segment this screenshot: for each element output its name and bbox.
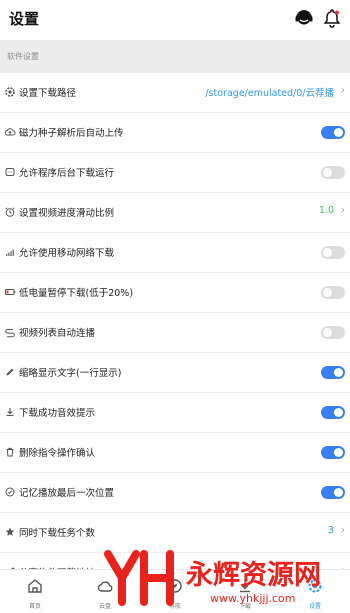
setting-label: 设置视频进度滑动比例 — [19, 208, 115, 219]
toggle-switch[interactable] — [321, 446, 345, 459]
tab-label: 首页 — [28, 603, 41, 610]
toggle-switch[interactable] — [321, 126, 345, 139]
background-icon — [5, 168, 15, 176]
chevron-right-icon: › — [341, 525, 345, 536]
trash-icon — [6, 447, 14, 457]
pencil-icon — [6, 368, 14, 376]
toggle-knob — [334, 448, 343, 457]
gear-icon — [5, 87, 15, 97]
toggle-switch[interactable] — [321, 246, 345, 259]
page-title: 设置 — [9, 10, 40, 28]
loop-icon — [5, 329, 15, 338]
alarm-clock-icon — [5, 207, 15, 217]
toggle-knob — [323, 328, 332, 337]
setting-row-background-download: 允许程序后台下载运行 — [0, 153, 350, 193]
setting-row-delete-confirm: 删除指令操作确认 — [0, 433, 350, 473]
setting-row-download-sound: 下载成功音效提示 — [0, 393, 350, 433]
setting-label: 视频列表自动连播 — [19, 328, 96, 339]
watermark-url: www.yhkjjj.com — [210, 592, 296, 605]
chevron-right-icon: › — [341, 205, 345, 216]
setting-value: /storage/emulated/0/云荐播 — [205, 88, 334, 99]
setting-label: 低电量暂停下载(低于20%) — [19, 288, 134, 299]
star-icon — [5, 527, 15, 536]
toggle-switch[interactable] — [321, 486, 345, 499]
chevron-right-icon: › — [341, 85, 345, 96]
setting-label: 缩略显示文字(一行显示) — [19, 368, 122, 379]
toggle-knob — [334, 128, 343, 137]
toggle-knob — [323, 288, 332, 297]
watermark-logo: 永辉资源网 www.yhkjjj.com — [104, 550, 321, 606]
toggle-knob — [323, 248, 332, 257]
setting-label: 允许程序后台下载运行 — [19, 168, 115, 179]
low-battery-icon — [5, 289, 16, 295]
customer-service-icon[interactable] — [292, 6, 316, 30]
home-icon — [28, 579, 42, 593]
app-header: 设置 — [0, 0, 350, 40]
check-circle-icon — [5, 487, 15, 497]
toggle-knob — [334, 408, 343, 417]
setting-row-autoplay: 视频列表自动连播 — [0, 313, 350, 353]
toggle-switch[interactable] — [321, 326, 345, 339]
setting-row-low-battery: 低电量暂停下载(低于20%) — [0, 273, 350, 313]
setting-row-ellipsis-text: 缩略显示文字(一行显示) — [0, 353, 350, 393]
setting-row-seek-ratio[interactable]: 设置视频进度滑动比例 1.0 › — [0, 193, 350, 233]
setting-row-download-path[interactable]: 设置下载路径 /storage/emulated/0/云荐播 › — [0, 73, 350, 113]
setting-value: 3 — [327, 525, 334, 536]
setting-row-mobile-network: 允许使用移动网络下载 — [0, 233, 350, 273]
setting-label: 允许使用移动网络下载 — [19, 248, 115, 259]
setting-label: 删除指令操作确认 — [19, 448, 96, 459]
setting-row-resume-position: 记忆播放最后一次位置 — [0, 473, 350, 513]
toggle-knob — [323, 168, 332, 177]
toggle-switch[interactable] — [321, 166, 345, 179]
section-header: 软件设置 — [0, 40, 350, 73]
setting-row-concurrent-tasks[interactable]: 同时下载任务个数 3 › — [0, 513, 350, 553]
toggle-switch[interactable] — [321, 366, 345, 379]
setting-label: 同时下载任务个数 — [19, 528, 96, 539]
tab-home[interactable]: 首页 — [0, 570, 70, 613]
download-icon — [6, 408, 14, 417]
setting-label: 记忆播放最后一次位置 — [19, 488, 115, 499]
bell-icon[interactable] — [320, 6, 344, 30]
toggle-knob — [334, 488, 343, 497]
signal-bars-icon — [6, 249, 14, 256]
section-label: 软件设置 — [7, 52, 39, 61]
setting-row-magnet-upload: 磁力种子解析后自动上传 — [0, 113, 350, 153]
setting-label: 设置下载路径 — [19, 88, 77, 99]
cloud-upload-icon — [4, 128, 16, 136]
toggle-knob — [334, 368, 343, 377]
watermark-brand: 永辉资源网 — [185, 560, 321, 591]
setting-label: 下载成功音效提示 — [19, 408, 96, 419]
settings-list: 设置下载路径 /storage/emulated/0/云荐播 › 磁力种子解析后… — [0, 73, 350, 593]
toggle-switch[interactable] — [321, 406, 345, 419]
setting-value: 1.0 — [318, 205, 334, 216]
toggle-switch[interactable] — [321, 286, 345, 299]
setting-label: 磁力种子解析后自动上传 — [19, 128, 124, 139]
